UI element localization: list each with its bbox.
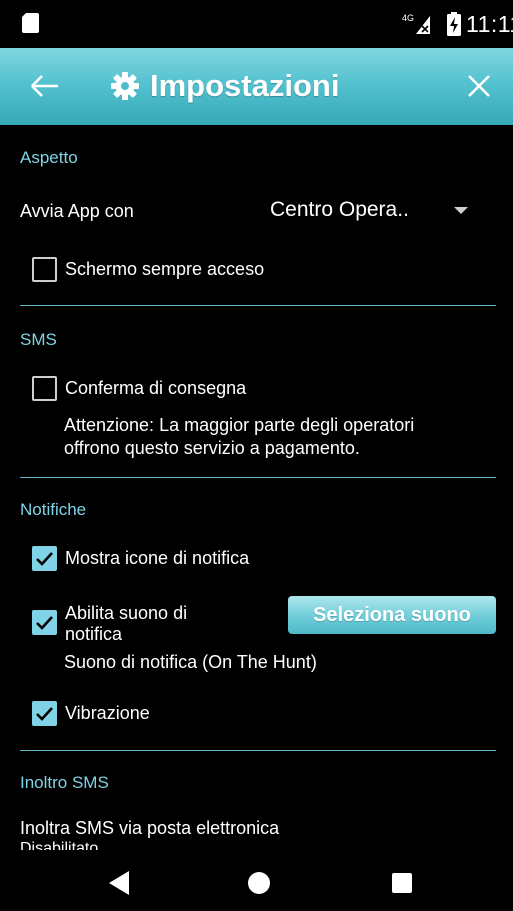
status-bar: 4G 11:11 [0,0,513,48]
settings-list: Aspetto Avvia App con Centro Opera.. Sch… [0,125,513,850]
section-header-inoltro: Inoltro SMS [20,773,109,792]
close-icon[interactable] [466,73,492,99]
checkmark-icon [36,616,53,630]
screen-on-label: Schermo sempre acceso [65,259,265,279]
divider [20,477,496,478]
start-app-select[interactable]: Centro Opera.. [270,198,409,222]
divider [20,305,496,306]
delivery-confirm-label: Conferma di consegna [65,378,247,398]
section-header-sms: SMS [20,330,57,349]
delivery-confirm-checkbox[interactable] [32,376,57,401]
sms-warning-line2: offrono questo servizio a pagamento. [64,438,360,458]
clock: 11:11 [466,11,513,37]
chevron-down-icon[interactable] [454,207,468,214]
vibration-checkbox[interactable] [32,701,57,726]
gear-icon [111,72,139,100]
app-bar: Impostazioni [0,48,513,125]
svg-text:4G: 4G [402,13,414,23]
nav-recents-icon[interactable] [392,873,412,893]
sms-warning-line1: Attenzione: La maggior parte degli opera… [64,415,415,435]
start-app-label: Avvia App con [20,201,134,221]
section-header-notifiche: Notifiche [20,500,87,519]
navigation-bar [0,850,513,911]
arrow-back-icon[interactable] [28,71,62,101]
forward-email-status: Disabilitato [20,840,99,850]
battery-icon [447,12,461,36]
sd-card-icon [22,13,39,33]
section-header-aspetto: Aspetto [20,148,78,167]
show-icons-label: Mostra icone di notifica [65,548,250,568]
sound-checkbox[interactable] [32,610,57,635]
divider [20,750,496,751]
signal-icon: 4G [402,13,430,34]
checkmark-icon [36,552,53,566]
sound-label-line1: Abilita suono di [65,603,188,623]
vibration-label: Vibrazione [65,703,150,723]
nav-back-icon[interactable] [109,871,129,895]
sound-label-line2: notifica [65,624,123,644]
sound-name: Suono di notifica (On The Hunt) [64,652,317,672]
nav-home-icon[interactable] [248,872,270,894]
screen-on-checkbox[interactable] [32,257,57,282]
show-icons-checkbox[interactable] [32,546,57,571]
select-sound-button[interactable]: Seleziona suono [288,596,496,634]
forward-email-label[interactable]: Inoltra SMS via posta elettronica [20,818,279,839]
checkmark-icon [36,707,53,721]
page-title: Impostazioni [150,68,340,103]
